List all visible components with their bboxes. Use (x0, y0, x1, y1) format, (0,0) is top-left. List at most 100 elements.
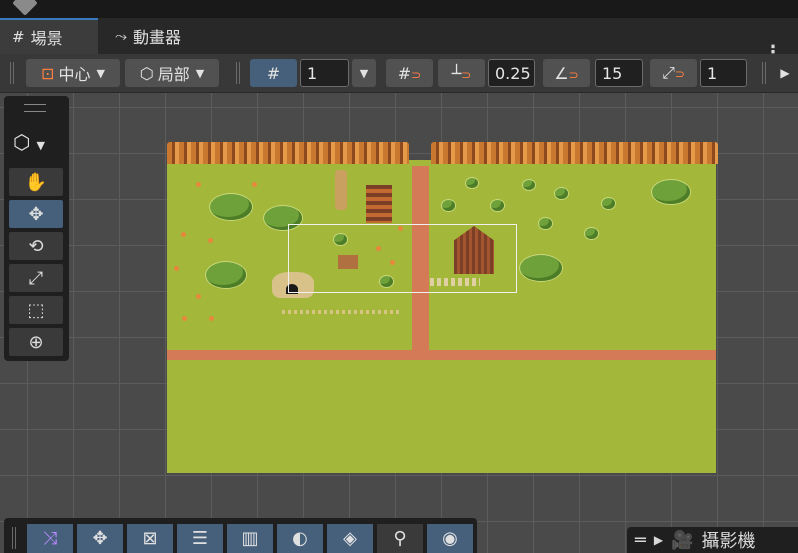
chevron-down-icon: ▼ (359, 66, 369, 80)
scale-snap-button[interactable]: ⤢⊃ (650, 59, 697, 87)
flower (208, 238, 213, 243)
chevron-down-icon: ▼ (36, 139, 45, 152)
animator-icon: ⤳ (115, 27, 128, 45)
unity-logo-icon (12, 0, 38, 16)
local-space-icon: ⬡ (139, 63, 154, 83)
camera-bounds-selection[interactable] (288, 224, 517, 293)
rotate-tool-button[interactable]: ⟲ (9, 232, 63, 260)
search-button[interactable]: ⚲ (377, 524, 423, 553)
camera-overlay-label: 攝影機 (701, 531, 756, 552)
rotate-icon: ⟲ (28, 235, 44, 257)
transform-icon: ⊕ (28, 331, 44, 353)
grid-snap-icon: #⊃ (397, 63, 422, 83)
overlay-grip-icon: ═ (635, 529, 646, 551)
flower (196, 182, 201, 187)
flower (196, 294, 201, 299)
move-gizmo-button[interactable]: ✥ (77, 524, 123, 553)
wooden-tower (366, 185, 392, 223)
ruler-tool-button[interactable]: ▥ (227, 524, 273, 553)
pivot-mode-label: 中心 (58, 65, 91, 84)
collider-icon: ⊠ (142, 528, 158, 549)
bush (442, 200, 455, 211)
flower (182, 316, 187, 321)
moon-icon: ◐ (292, 528, 308, 549)
flower (252, 182, 257, 187)
signpost (335, 170, 347, 210)
collider-tool-button[interactable]: ⊠ (127, 524, 173, 553)
move-arrows-icon: ✥ (92, 528, 108, 549)
fence-left (167, 142, 409, 164)
bush (491, 200, 504, 211)
ruler-icon: ▥ (241, 528, 259, 549)
camera-eye-icon: ◉ (442, 528, 458, 549)
camera-preview-button[interactable]: ◉ (427, 524, 473, 553)
camera-overlay[interactable]: ═ ▶ 🎥 攝影機 (627, 527, 798, 553)
increment-snap-field[interactable]: 0.25 (488, 59, 535, 87)
view-options-dropdown[interactable]: ⬡ ▼ (13, 130, 45, 154)
bush (206, 262, 246, 288)
move-tool-button[interactable]: ✥ (9, 200, 63, 228)
bush (652, 180, 690, 204)
align-tool-button[interactable]: ☰ (177, 524, 223, 553)
layers-tool-button[interactable]: ◈ (327, 524, 373, 553)
pivot-mode-dropdown[interactable]: ⊡ 中心 ▼ (26, 59, 120, 87)
chevron-right-icon: ▶ (780, 66, 790, 80)
toolbar-grip[interactable] (236, 62, 240, 84)
title-bar (0, 0, 798, 18)
tab-scene-label: 場景 (30, 29, 63, 48)
toolbar-grip[interactable] (10, 62, 14, 84)
hand-tool-button[interactable]: ✋ (9, 168, 63, 196)
transform-tool-button[interactable]: ⊕ (9, 328, 63, 356)
fence-right (431, 142, 718, 164)
grid-snap-button[interactable]: #⊃ (386, 59, 433, 87)
flower (209, 316, 214, 321)
toolbar-overflow-button[interactable]: ▶ (776, 59, 794, 87)
angle-snap-icon: ∠⊃ (554, 63, 579, 83)
bush (539, 218, 552, 229)
tab-animator[interactable]: ⤳ 動畫器 (115, 18, 181, 54)
hand-icon: ✋ (24, 171, 48, 193)
bush (520, 255, 562, 281)
lighting-toggle-button[interactable]: ◐ (277, 524, 323, 553)
chevron-down-icon: ▼ (96, 66, 105, 80)
pivot-rotation-dropdown[interactable]: ⬡ 局部 ▼ (125, 59, 219, 87)
shuffle-icon: ⤨ (42, 528, 58, 549)
ruler-snap-icon: ┴⊃ (451, 63, 472, 83)
grid-visibility-button[interactable]: # (250, 59, 297, 87)
bush (523, 180, 535, 190)
rect-tool-button[interactable]: ⬚ (9, 296, 63, 324)
dirt-road-horizontal (167, 350, 716, 360)
pivot-icon: ⊡ (41, 63, 55, 83)
grid-options-dropdown[interactable]: ▼ (352, 59, 376, 87)
rotate-snap-field[interactable]: 15 (595, 59, 643, 87)
scale-snap-field[interactable]: 1 (700, 59, 747, 87)
pivot-rotation-label: 局部 (157, 65, 190, 84)
bush (466, 178, 478, 188)
tab-bar: # 場景 ⤳ 動畫器 ⋮ (0, 18, 798, 63)
scale-tool-button[interactable]: ⤢ (9, 264, 63, 292)
flower (181, 232, 186, 237)
rotate-snap-button[interactable]: ∠⊃ (543, 59, 590, 87)
bush (210, 194, 252, 220)
grid-size-field[interactable]: 1 (300, 59, 349, 87)
toolbar-grip[interactable] (762, 62, 766, 84)
grid-icon: # (12, 28, 25, 46)
layers-icon: ◈ (343, 528, 357, 549)
bush (602, 198, 615, 209)
increment-snap-button[interactable]: ┴⊃ (438, 59, 485, 87)
tab-animator-label: 動畫器 (133, 28, 182, 47)
field-rows (282, 310, 402, 314)
align-sliders-icon: ☰ (191, 528, 209, 549)
move-arrows-icon: ✥ (28, 203, 44, 225)
overlay-grip[interactable] (24, 104, 46, 112)
play-icon: ▶ (653, 533, 664, 547)
shuffle-tool-button[interactable]: ⤨ (27, 524, 73, 553)
scale-icon: ⤢ (28, 267, 44, 289)
bush (585, 228, 598, 239)
chevron-down-icon: ▼ (195, 66, 205, 80)
tab-scene[interactable]: # 場景 (0, 18, 98, 54)
bottom-toolbar-grip[interactable] (12, 527, 16, 549)
video-camera-icon: 🎥 (671, 529, 694, 551)
grid-icon: # (266, 63, 281, 83)
rect-transform-icon: ⬚ (27, 299, 45, 321)
